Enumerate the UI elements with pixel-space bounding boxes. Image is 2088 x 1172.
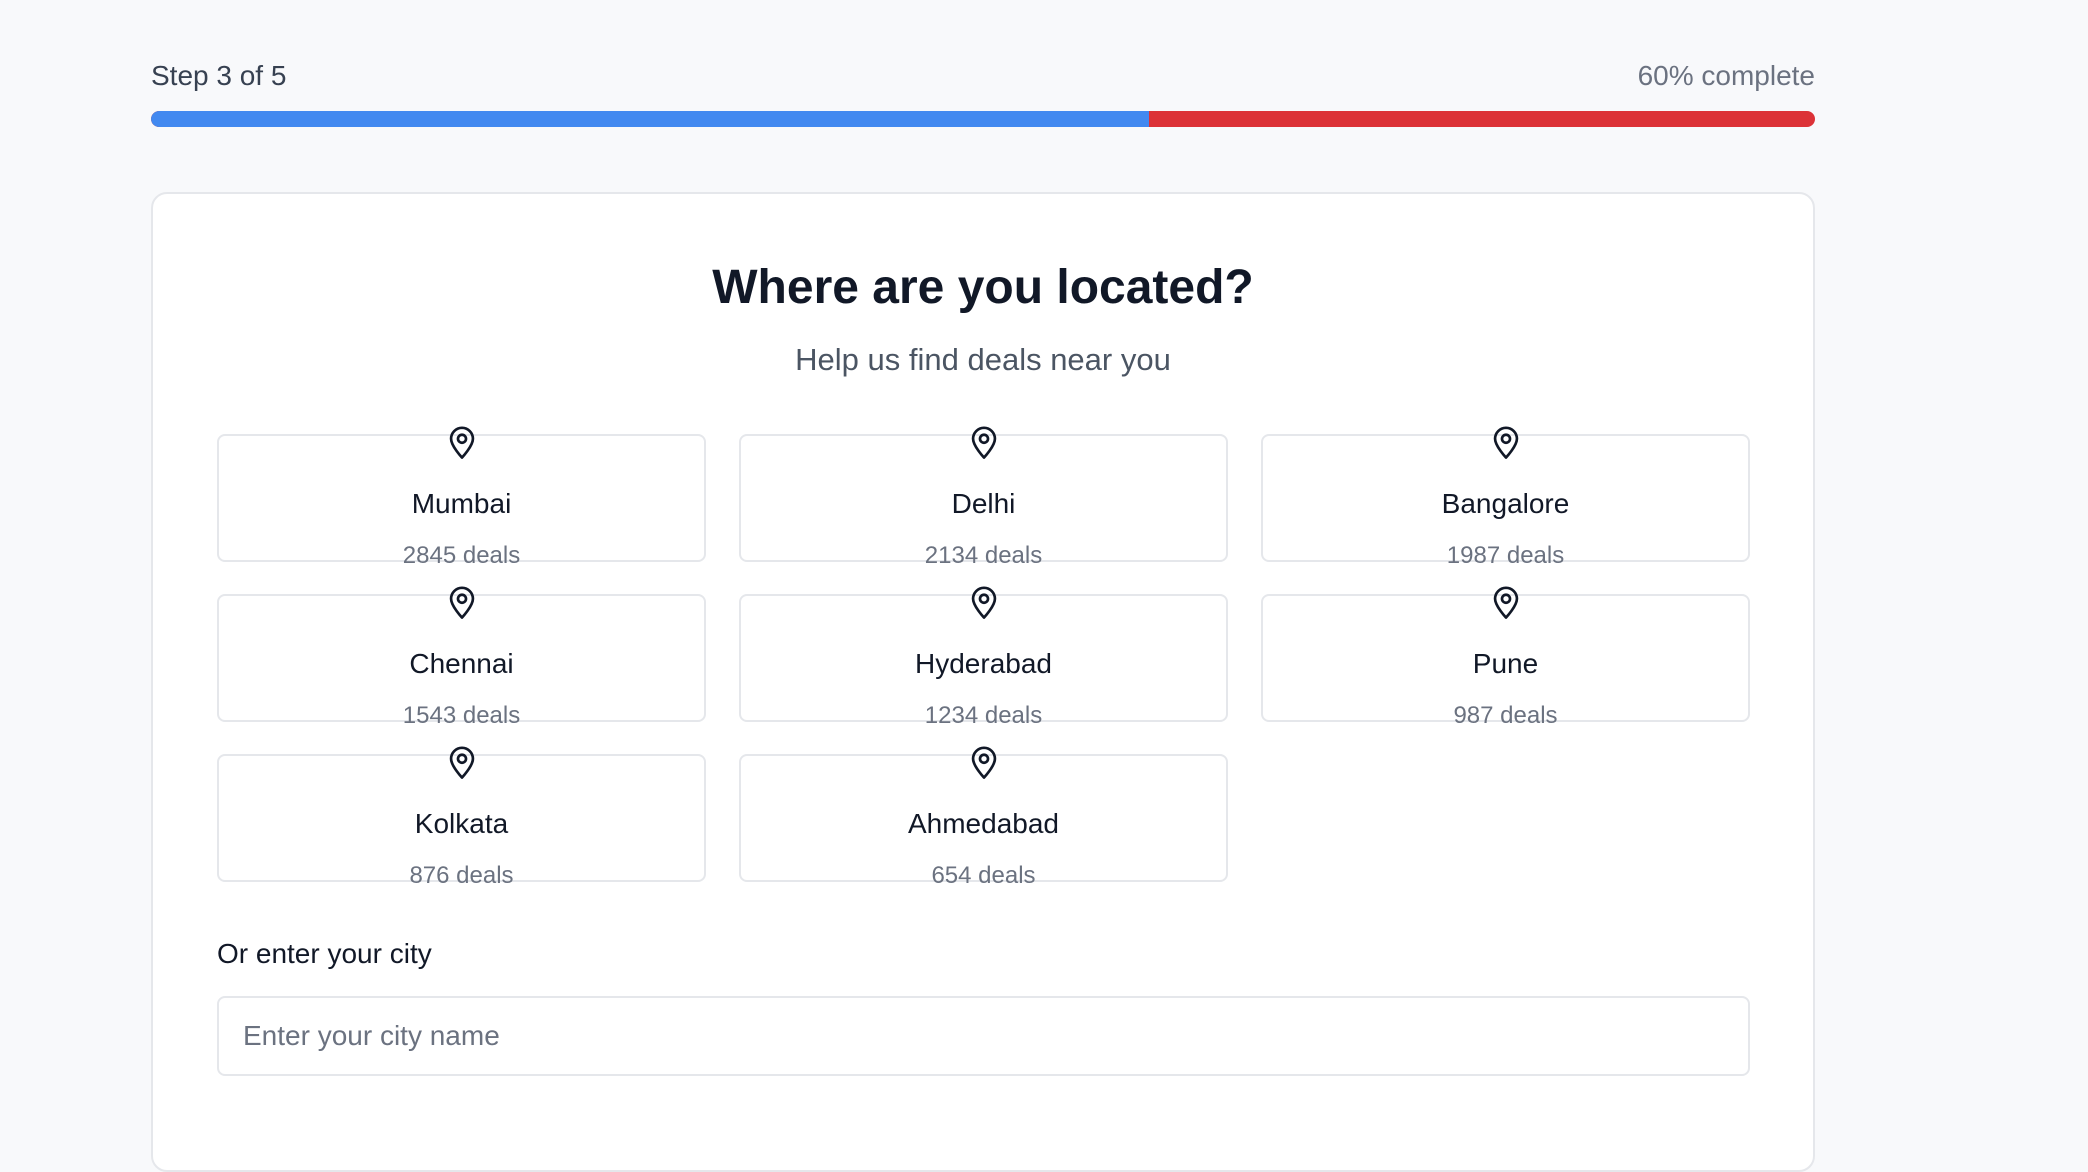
city-option-delhi[interactable]: Delhi 2134 deals [739, 426, 1228, 569]
city-option-ahmedabad[interactable]: Ahmedabad 654 deals [739, 746, 1228, 889]
map-pin-icon [1493, 426, 1518, 459]
map-pin-icon [449, 426, 474, 459]
city-option-pune[interactable]: Pune 987 deals [1261, 586, 1750, 729]
progress-percent: 60% complete [1637, 60, 1815, 91]
city-option-hyderabad[interactable]: Hyderabad 1234 deals [739, 586, 1228, 729]
page-title: Where are you located? [712, 261, 1254, 314]
city-option-kolkata[interactable]: Kolkata 876 deals [217, 746, 706, 889]
city-name: Delhi [951, 488, 1016, 519]
city-input-label: Or enter your city [217, 938, 432, 969]
city-name: Hyderabad [915, 648, 1052, 679]
city-option-chennai[interactable]: Chennai 1543 deals [217, 586, 706, 729]
city-deal-count: 654 deals [931, 862, 1036, 889]
map-pin-icon [971, 746, 996, 779]
progress-section: Step 3 of 5 60% complete [151, 56, 1815, 127]
page-subtitle: Help us find deals near you [795, 342, 1171, 377]
city-deal-count: 2134 deals [924, 542, 1043, 569]
city-name: Mumbai [411, 488, 512, 519]
progress-bar [151, 111, 1815, 127]
city-name: Pune [1472, 648, 1539, 679]
location-card: Where are you located? Help us find deal… [151, 192, 1815, 1172]
city-name-input[interactable] [217, 996, 1750, 1076]
map-pin-icon [971, 426, 996, 459]
map-pin-icon [1493, 586, 1518, 619]
map-pin-icon [449, 746, 474, 779]
city-option-mumbai[interactable]: Mumbai 2845 deals [217, 426, 706, 569]
progress-header: Step 3 of 5 60% complete [151, 56, 1815, 96]
city-deal-count: 987 deals [1453, 702, 1558, 729]
step-indicator: Step 3 of 5 [151, 60, 287, 91]
city-name: Chennai [409, 648, 514, 679]
map-pin-icon [971, 586, 996, 619]
city-deal-count: 1987 deals [1446, 542, 1565, 569]
city-name: Bangalore [1441, 488, 1570, 519]
city-deal-count: 1234 deals [924, 702, 1043, 729]
city-name: Kolkata [414, 808, 509, 839]
progress-bar-fill [151, 111, 1150, 127]
city-deal-count: 2845 deals [402, 542, 521, 569]
city-deal-count: 1543 deals [402, 702, 521, 729]
map-pin-icon [449, 586, 474, 619]
city-deal-count: 876 deals [409, 862, 514, 889]
city-name: Ahmedabad [907, 808, 1059, 839]
city-option-bangalore[interactable]: Bangalore 1987 deals [1261, 426, 1750, 569]
